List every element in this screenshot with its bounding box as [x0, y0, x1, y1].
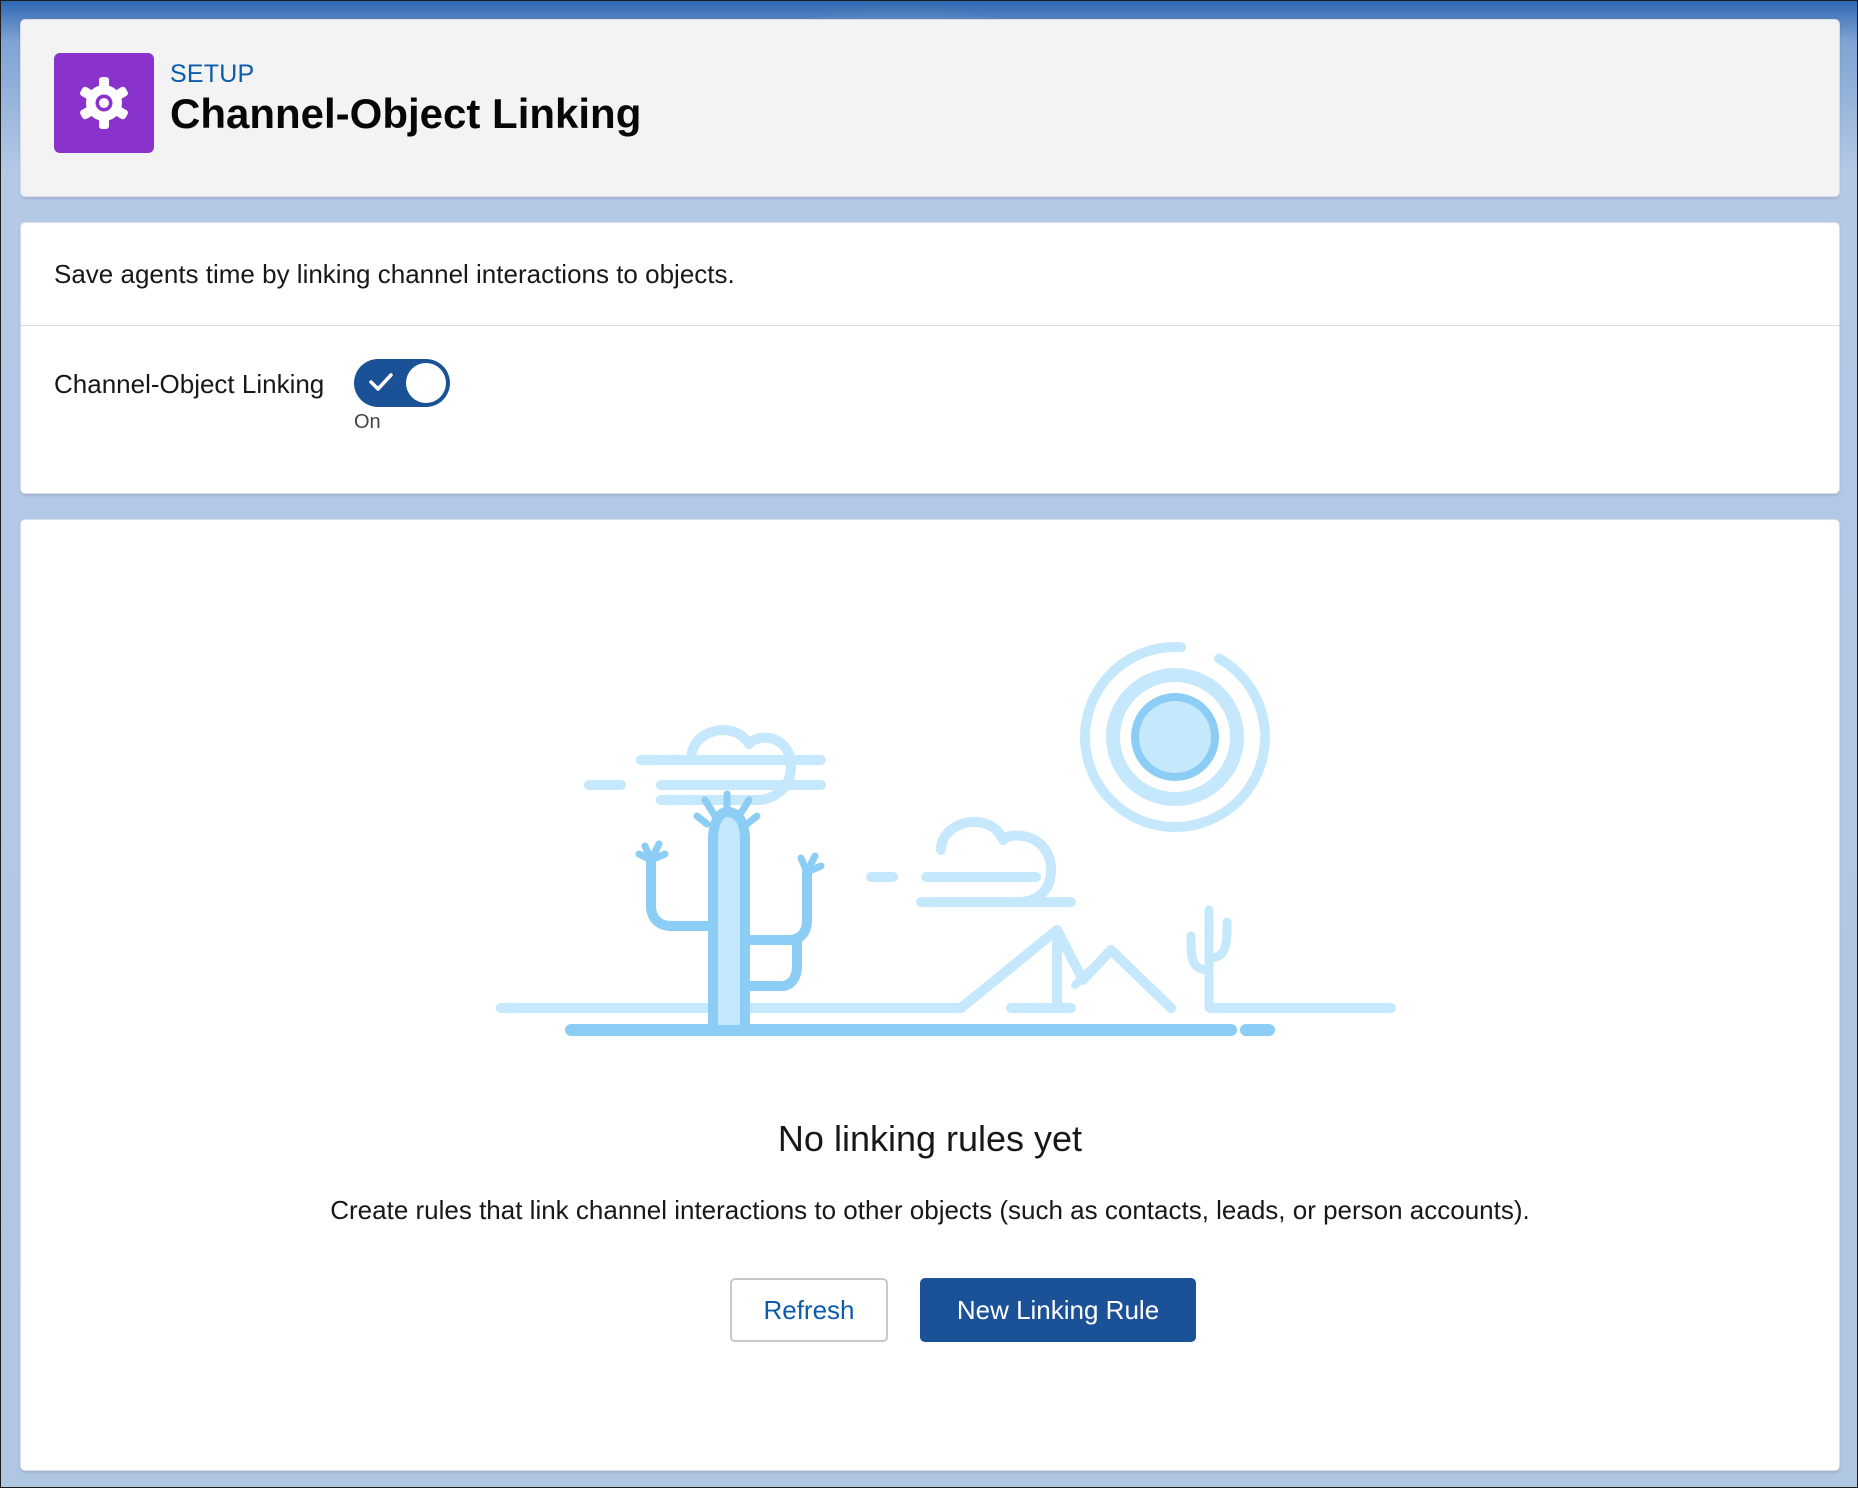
empty-state-title: No linking rules yet: [777, 1118, 1083, 1159]
desert-illustration: [496, 642, 1396, 1036]
gear-icon: [80, 77, 128, 129]
toggle-knob: [406, 363, 446, 403]
toggle-label: Channel-Object Linking: [54, 369, 325, 399]
page-header: SETUP Channel-Object Linking: [20, 19, 1840, 197]
refresh-button[interactable]: Refresh: [730, 1278, 888, 1342]
linking-rules-card: No linking rules yet Create rules that l…: [20, 519, 1840, 1471]
feature-description: Save agents time by linking channel inte…: [54, 259, 735, 289]
channel-object-linking-toggle[interactable]: [354, 359, 450, 407]
checkmark-icon: [369, 373, 393, 391]
setup-icon-tile: [54, 53, 154, 153]
page-title: Channel-Object Linking: [170, 90, 642, 137]
new-linking-rule-button[interactable]: New Linking Rule: [920, 1278, 1196, 1342]
toggle-state-label: On: [354, 411, 381, 433]
section-divider: [21, 325, 1839, 326]
app-frame: SETUP Channel-Object Linking Save agents…: [0, 0, 1858, 1488]
settings-card: Save agents time by linking channel inte…: [20, 222, 1840, 494]
breadcrumb-setup: SETUP: [170, 60, 255, 88]
empty-state-body: Create rules that link channel interacti…: [330, 1195, 1530, 1225]
